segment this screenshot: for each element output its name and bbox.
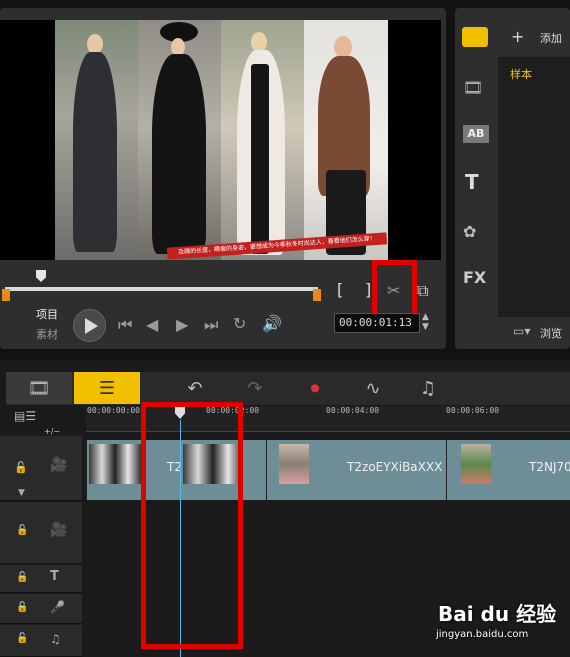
mode-project[interactable]: 项目 <box>36 306 58 322</box>
storyboard-view-icon[interactable]: 🎞 <box>6 372 72 404</box>
add-remove-chapter[interactable]: +/− <box>44 427 60 436</box>
overlay-track-header <box>0 502 82 564</box>
video-track-icon[interactable]: 🎥 <box>50 457 67 473</box>
ruler-label: 00:00:00:00 <box>87 406 140 415</box>
redo-icon[interactable]: ↷ <box>240 372 270 404</box>
fx-icon[interactable]: FX <box>463 268 486 287</box>
model-photo-1 <box>55 20 138 260</box>
ruler-label: 00:00:06:00 <box>446 406 499 415</box>
mark-out-button[interactable]: ] <box>365 280 371 299</box>
video-track-header <box>0 436 82 501</box>
preview-screen: 及踝的长度，瞬瘦的身姿，要想成为今季秋冬时尚达人，看看他们怎么穿！ <box>0 20 441 260</box>
text-icon[interactable]: T <box>465 170 479 194</box>
title-icon[interactable]: AB <box>463 125 489 143</box>
repeat-icon[interactable]: ↻ <box>233 314 246 333</box>
overlay-track-icon[interactable]: 🎥 <box>50 522 67 538</box>
trim-end-handle[interactable] <box>313 289 321 301</box>
media-icon[interactable] <box>462 27 488 47</box>
graphics-icon[interactable]: ✿ <box>463 222 476 241</box>
play-button[interactable] <box>73 309 106 342</box>
watermark-url: jingyan.baidu.com <box>436 629 529 640</box>
transition-icon[interactable]: 🎞 <box>463 78 483 97</box>
add-label[interactable]: 添加 <box>540 30 562 46</box>
title-track-header <box>0 565 82 593</box>
snapshot-icon[interactable]: ⧉ <box>417 281 428 301</box>
model-photo-4 <box>304 20 388 260</box>
timecode-display[interactable]: 00:00:01:13 <box>334 313 420 333</box>
mode-clip[interactable]: 素材 <box>36 326 58 342</box>
lock-icon[interactable]: 🔓 <box>16 572 28 583</box>
library-list <box>498 57 570 317</box>
model-photo-2 <box>138 20 221 260</box>
trim-start-handle[interactable] <box>2 289 10 301</box>
lock-icon[interactable]: 🔓 <box>14 461 28 474</box>
music-track-icon[interactable]: ♫ <box>50 632 61 646</box>
browse-label[interactable]: 浏览 <box>540 325 562 341</box>
track-manager-icon[interactable]: ▤☰ <box>14 409 36 423</box>
expand-track-icon[interactable]: ▼ <box>18 488 25 498</box>
ruler-label: 00:00:04:00 <box>326 406 379 415</box>
browse-icon[interactable]: ▭▾ <box>513 324 530 338</box>
undo-icon[interactable]: ↶ <box>180 372 210 404</box>
video-clip[interactable]: T2zoEYXiBaXXX <box>266 440 446 500</box>
auto-music-icon[interactable]: ♫ <box>413 372 443 404</box>
record-capture-icon[interactable]: ⏺ <box>300 372 330 404</box>
timeline-view-icon[interactable]: ☰ <box>74 372 140 404</box>
music-track-header <box>0 625 82 657</box>
mark-in-button[interactable]: [ <box>337 280 343 299</box>
voice-track-icon[interactable]: 🎤 <box>50 600 65 614</box>
go-end-icon[interactable]: ⏭ <box>204 315 218 335</box>
title-track-icon[interactable]: T <box>50 569 59 584</box>
timecode-stepper[interactable]: ▲ ▼ <box>422 312 429 332</box>
lock-icon[interactable]: 🔓 <box>16 602 28 613</box>
next-frame-icon[interactable]: ▶ <box>176 315 188 334</box>
lock-icon[interactable]: 🔓 <box>16 525 28 536</box>
model-photo-3 <box>221 20 304 260</box>
video-clip[interactable]: T2NJ70 <box>446 440 570 500</box>
scrubber-track[interactable] <box>5 287 318 291</box>
go-start-icon[interactable]: ⏮ <box>118 315 132 335</box>
baidu-watermark: Bai du 经验 <box>438 602 557 626</box>
voice-track-header <box>0 594 82 624</box>
volume-icon[interactable]: 🔊 <box>262 314 282 333</box>
add-icon[interactable]: + <box>511 27 524 46</box>
sample-folder[interactable]: 样本 <box>510 66 532 82</box>
clip-label: T2zoEYXiBaXXX <box>347 460 443 474</box>
highlight-box-playhead <box>141 402 243 649</box>
clip-label: T2NJ70 <box>529 460 570 474</box>
prev-frame-icon[interactable]: ◀ <box>146 315 158 334</box>
lock-icon[interactable]: 🔓 <box>16 633 28 644</box>
audio-mix-icon[interactable]: ∿ <box>358 372 388 404</box>
